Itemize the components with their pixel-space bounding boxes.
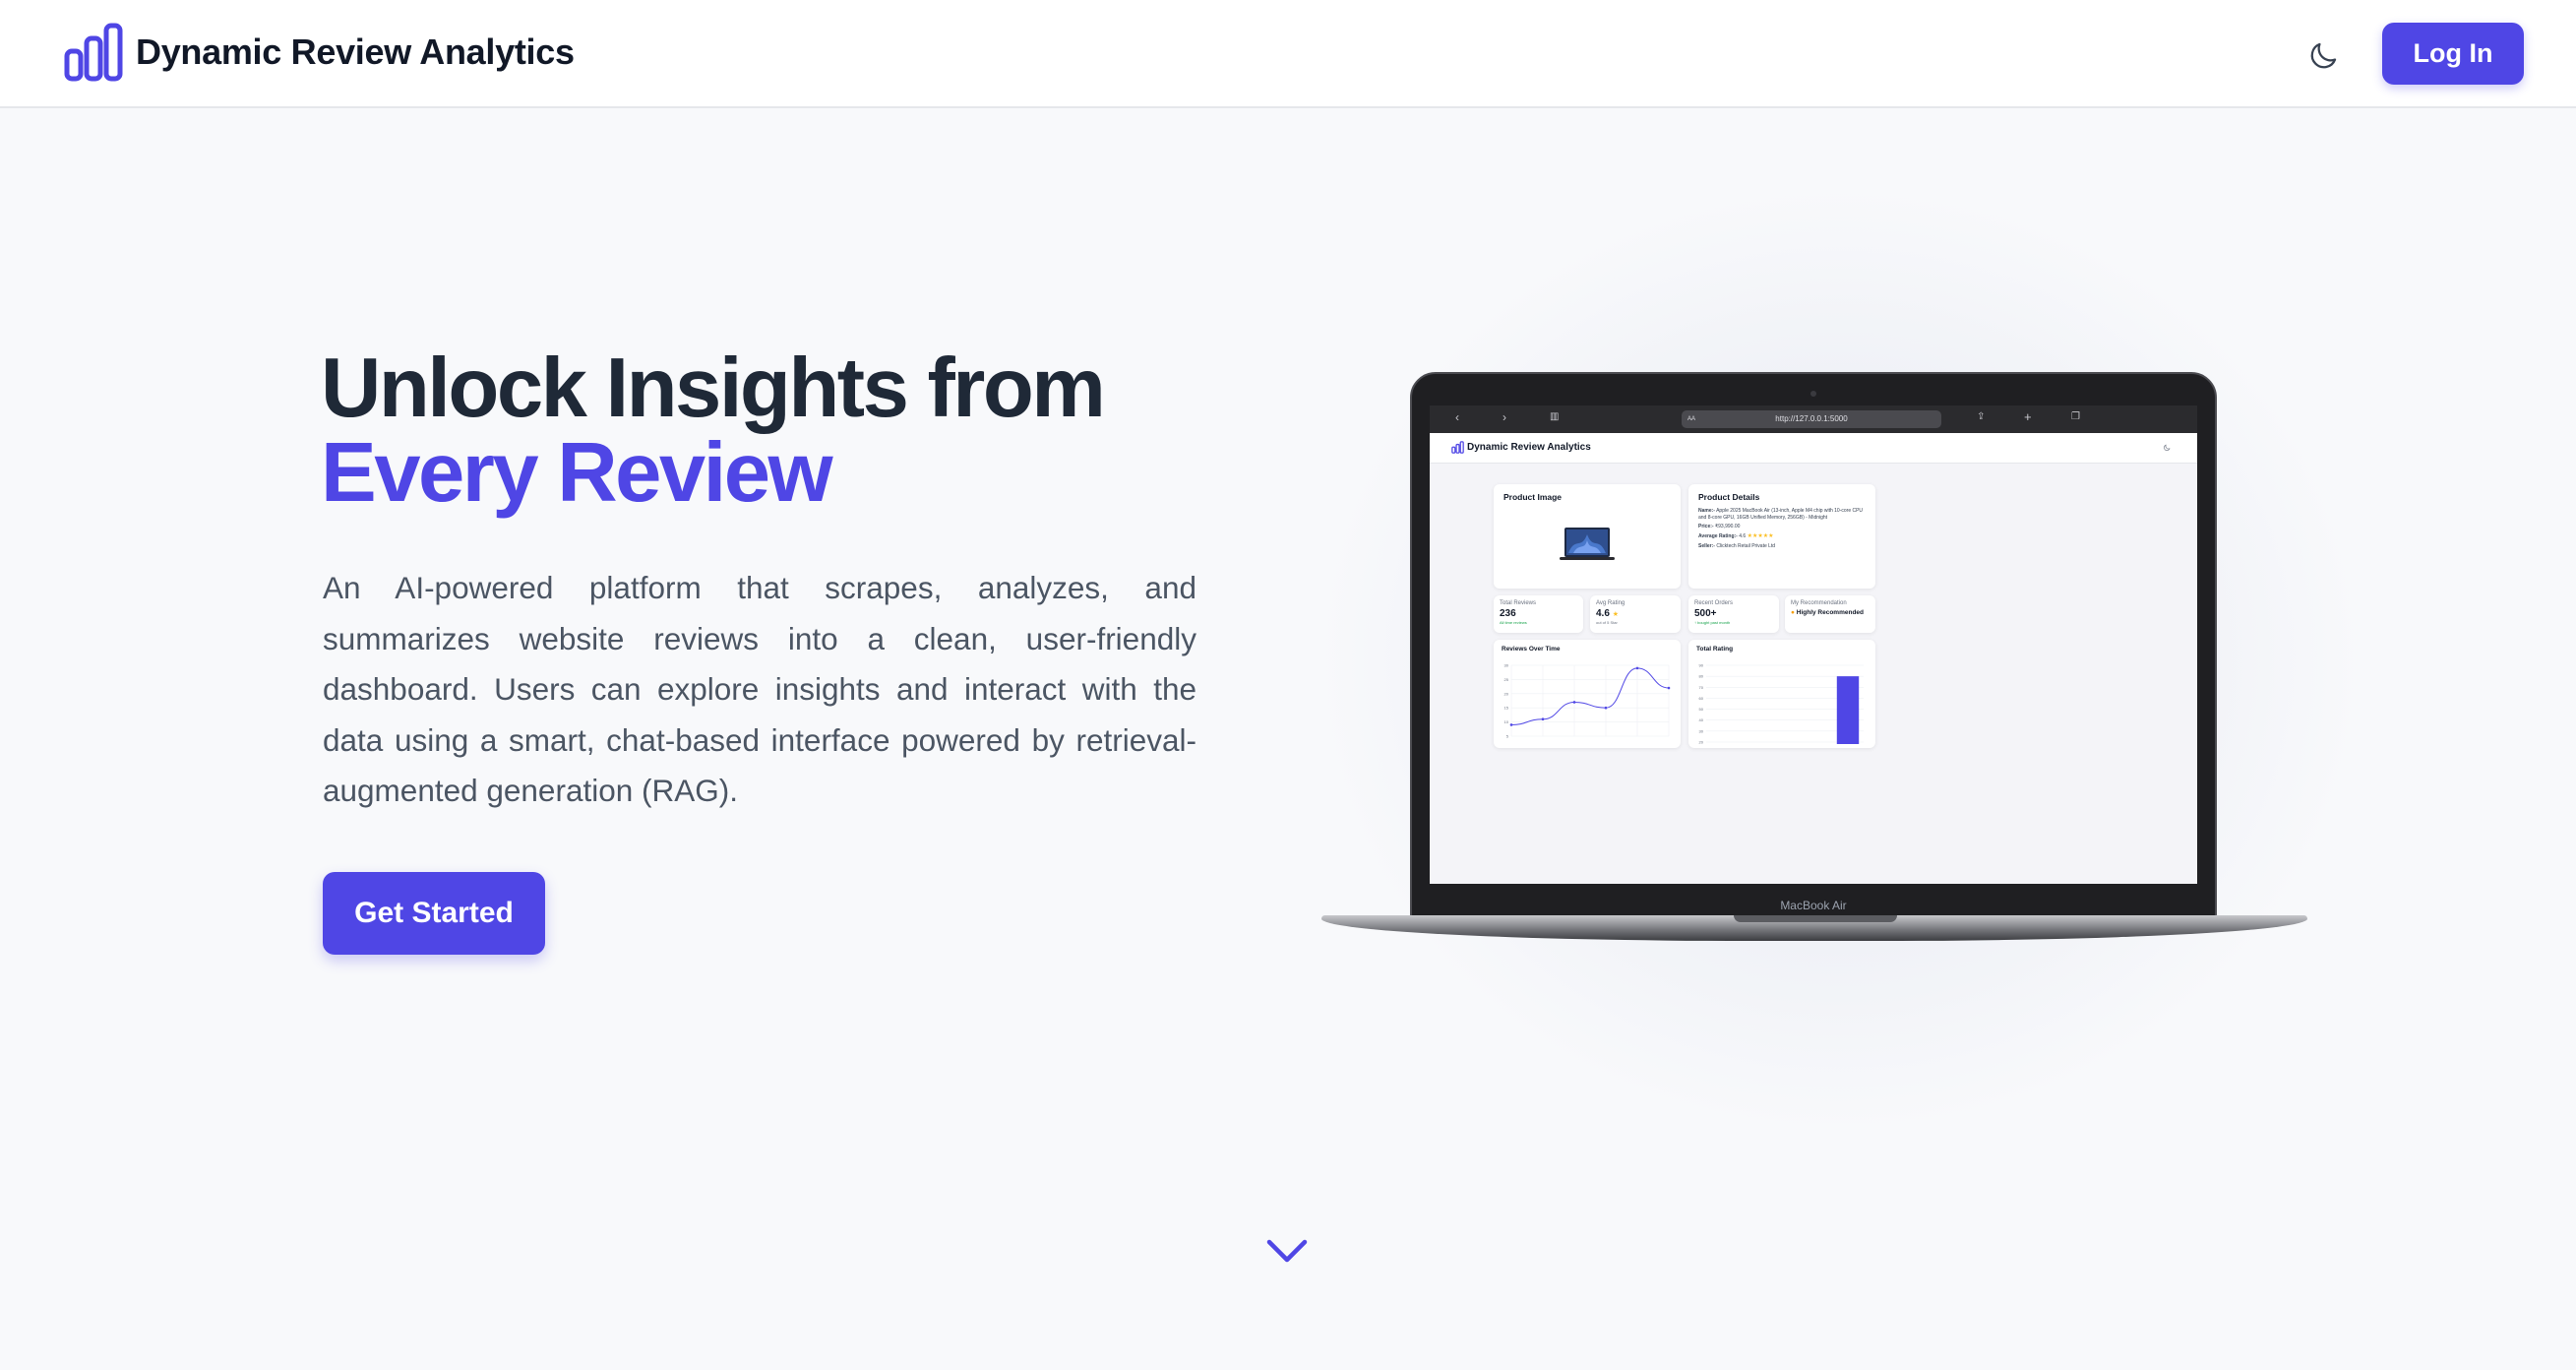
product-price-label: Price:- (1698, 524, 1714, 529)
stat-label: Recent Orders (1694, 600, 1734, 606)
browser-aa-label: AA (1687, 416, 1696, 422)
hero-title: Unlock Insights from Every Review (321, 346, 1106, 520)
y-tick-label: 20 (1699, 740, 1704, 745)
y-tick-label: 15 (1504, 706, 1509, 711)
stat-value: 236 (1500, 608, 1516, 619)
hero-title-accent: Every Review (321, 426, 833, 520)
stat-card-recommendation: My Recommendation ● Highly Recommended (1785, 595, 1875, 633)
product-name-value: Apple 2025 MacBook Air (13-inch, Apple M… (1698, 508, 1864, 521)
product-seller-label: Seller:- (1698, 543, 1715, 549)
dashboard-brand-name: Dynamic Review Analytics (1467, 442, 1591, 453)
recommendation-value: ● Highly Recommended (1791, 609, 1870, 616)
dashboard-moon-icon (2164, 444, 2171, 451)
product-price-value: ₹93,990.00 (1714, 524, 1741, 529)
chevron-down-icon[interactable] (1265, 1236, 1309, 1266)
product-laptop-image (1560, 528, 1615, 560)
recommendation-text: Highly Recommended (1796, 609, 1865, 616)
browser-url-bar: AA http://127.0.0.1:5000 (1682, 410, 1941, 428)
browser-forward-icon: › (1503, 410, 1506, 424)
reviews-over-time-card: Reviews Over Time 30 25 20 15 10 5 (1494, 640, 1681, 748)
stat-value: 500+ (1694, 608, 1717, 619)
data-point (1509, 723, 1513, 726)
reviews-line-chart: 30 25 20 15 10 5 (1504, 663, 1671, 739)
moon-icon (2310, 42, 2337, 69)
hero-description: An AI-powered platform that scrapes, ana… (323, 570, 1196, 808)
product-details-title: Product Details (1698, 492, 1760, 502)
browser-tabs-icon: ❐ (2071, 411, 2080, 422)
data-point (1667, 686, 1671, 690)
y-tick-label: 90 (1699, 663, 1704, 668)
stat-sub: All time reviews (1500, 620, 1527, 625)
brand-logo[interactable]: Dynamic Review Analytics (63, 22, 575, 83)
browser-reader-icon: ▥ (1550, 411, 1560, 422)
brand-name: Dynamic Review Analytics (136, 31, 575, 72)
stat-label: Avg Rating (1596, 600, 1625, 606)
product-name-label: Name:- (1698, 508, 1715, 514)
y-tick-label: 5 (1506, 734, 1509, 739)
product-details-card: Product Details Name:- Apple 2025 MacBoo… (1688, 484, 1875, 589)
stat-card-total-reviews: Total Reviews 236 All time reviews (1494, 595, 1583, 633)
series-line (1510, 667, 1670, 725)
product-seller-row: Seller:- Clicktech Retail Private Ltd (1698, 541, 1866, 551)
browser-share-icon: ⇪ (1977, 411, 1986, 422)
laptop-base-notch (1734, 915, 1897, 922)
browser-new-tab-icon: + (2024, 409, 2032, 424)
laptop-camera (1810, 391, 1816, 397)
y-tick-label: 40 (1699, 717, 1704, 722)
browser-toolbar: ‹ › ▥ AA http://127.0.0.1:5000 ⇪ + ❐ (1430, 405, 2197, 433)
rating-bar (1836, 676, 1860, 744)
dashboard-navbar: Dynamic Review Analytics (1430, 433, 2197, 464)
rating-stars-icon: ★★★★★ (1747, 533, 1774, 539)
y-tick-label: 20 (1504, 691, 1509, 696)
stat-card-recent-orders: Recent Orders 500+ ↑ bought past month (1688, 595, 1779, 633)
y-tick-label: 60 (1699, 696, 1704, 701)
y-tick-label: 10 (1504, 719, 1509, 724)
login-button[interactable]: Log In (2382, 23, 2524, 85)
laptop-model-label: MacBook Air (1780, 899, 1847, 912)
stat-label: My Recommendation (1791, 600, 1847, 606)
data-point (1635, 666, 1639, 670)
theme-toggle-button[interactable] (2300, 33, 2346, 79)
y-tick-label: 70 (1699, 685, 1704, 690)
stat-sub: out of 5 Star (1596, 620, 1618, 625)
y-tick-label: 80 (1699, 674, 1704, 679)
hero-title-line1: Unlock Insights from (321, 342, 1106, 435)
data-point (1572, 701, 1576, 704)
reviews-chart-title: Reviews Over Time (1502, 646, 1561, 653)
rating-chart-title: Total Rating (1696, 646, 1734, 653)
navbar: Dynamic Review Analytics Log In (0, 0, 2576, 108)
stat-sub: ↑ bought past month (1694, 620, 1731, 625)
product-rating-label: Average Rating:- (1698, 533, 1738, 539)
y-tick-label: 30 (1699, 728, 1704, 733)
stat-label: Total Reviews (1500, 600, 1537, 606)
product-price-row: Price:- ₹93,990.00 (1698, 522, 1866, 531)
product-rating-row: Average Rating:- 4.6 ★★★★★ (1698, 531, 1866, 541)
data-point (1604, 706, 1608, 710)
stat-value: 4.6 ★ (1596, 608, 1675, 619)
laptop-screen: ‹ › ▥ AA http://127.0.0.1:5000 ⇪ + ❐ Dyn… (1430, 405, 2197, 884)
bar-chart-icon (64, 23, 123, 82)
total-rating-card: Total Rating 90 80 70 60 50 40 30 20 (1688, 640, 1875, 748)
stat-card-avg-rating: Avg Rating 4.6 ★ out of 5 Star (1590, 595, 1681, 633)
y-tick-label: 50 (1699, 707, 1704, 712)
browser-url-text: http://127.0.0.1:5000 (1775, 414, 1848, 423)
dashboard-bar-chart-icon (1451, 441, 1464, 454)
thumbs-up-icon: ● (1791, 609, 1795, 616)
product-seller-value: Clicktech Retail Private Ltd (1716, 543, 1776, 549)
browser-back-icon: ‹ (1455, 410, 1459, 424)
stat-value-text: 4.6 (1596, 608, 1610, 619)
y-tick-label: 25 (1504, 677, 1509, 682)
star-icon: ★ (1612, 611, 1619, 618)
rating-bar-chart: 90 80 70 60 50 40 30 20 (1699, 663, 1864, 745)
product-image-title: Product Image (1503, 492, 1563, 502)
product-image-card: Product Image (1494, 484, 1681, 589)
y-tick-label: 30 (1504, 663, 1509, 668)
get-started-button[interactable]: Get Started (323, 872, 545, 955)
data-point (1541, 717, 1545, 721)
product-rating-value: 4.6 (1739, 533, 1747, 539)
product-name-row: Name:- Apple 2025 MacBook Air (13-inch, … (1698, 508, 1866, 522)
